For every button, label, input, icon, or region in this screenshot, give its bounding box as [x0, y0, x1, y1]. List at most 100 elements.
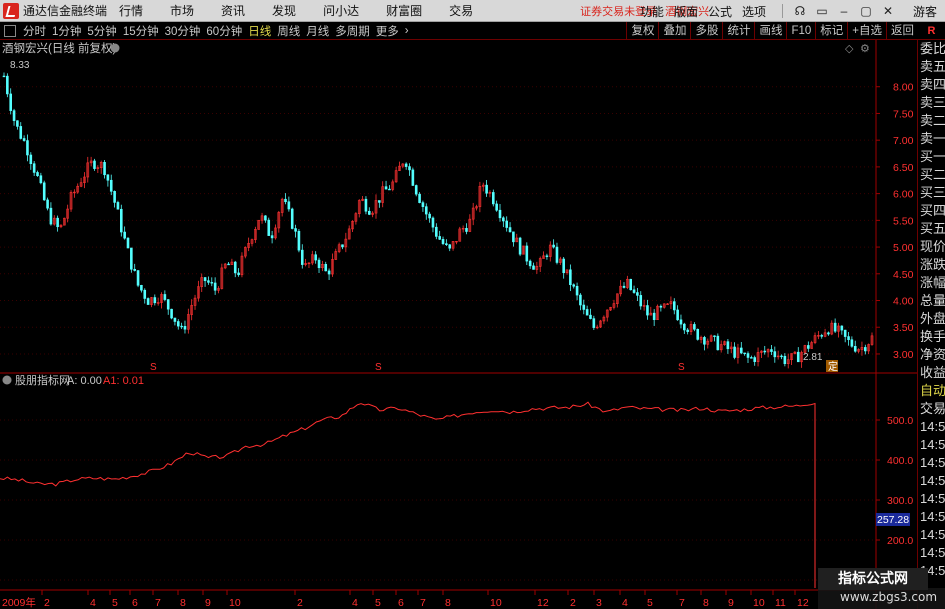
sidebar-item[interactable]: 14:55 — [918, 418, 945, 436]
candle-body — [438, 236, 441, 240]
chart-area[interactable]: 3.00 3.50 4.00 4.50 5.00 5.50 6.00 6.50 7.00 7.50… — [0, 40, 917, 609]
period-5min[interactable]: 5分钟 — [84, 23, 119, 39]
candle-body — [820, 335, 824, 337]
candle-body — [119, 208, 123, 233]
menu-item-market[interactable]: 市场 — [170, 2, 194, 19]
sidebar-item[interactable]: 买四 — [918, 202, 945, 220]
indicator-title: 股朋指标网 — [15, 373, 70, 387]
y-tick-label: 3.00 — [893, 349, 914, 361]
menu-item-quotes[interactable]: 行情 — [119, 2, 143, 19]
sidebar-item[interactable]: 14:56 — [918, 454, 945, 472]
y-tick-label: 500.0 — [887, 415, 913, 427]
x-tick-label: 2 — [297, 597, 303, 609]
sidebar-item[interactable]: 14:56 — [918, 490, 945, 508]
sidebar-item[interactable]: 14:56 — [918, 526, 945, 544]
candle-body — [123, 231, 126, 239]
x-tick-label: 5 — [112, 597, 118, 609]
candle-body — [850, 339, 854, 347]
period-15min[interactable]: 15分钟 — [120, 23, 162, 39]
tool-stats[interactable]: 统计 — [722, 22, 754, 40]
sidebar-item[interactable]: 自动 — [918, 382, 945, 400]
tool-mark[interactable]: 标记 — [815, 22, 847, 40]
menu-item-discover[interactable]: 发现 — [272, 2, 296, 19]
sidebar-item[interactable]: 现价 — [918, 238, 945, 256]
restore-icon[interactable]: ▢ — [855, 4, 877, 18]
tool-multi-stock[interactable]: 多股 — [690, 22, 722, 40]
candle-body — [12, 110, 16, 121]
candle-body — [448, 244, 452, 249]
sidebar-item[interactable]: 买五 — [918, 220, 945, 238]
candle-body — [290, 208, 294, 229]
period-1min[interactable]: 1分钟 — [49, 23, 84, 39]
period-weekly[interactable]: 周线 — [274, 23, 303, 39]
tool-adjust[interactable]: 复权 — [626, 22, 658, 40]
tool-add-favorite[interactable]: +自选 — [847, 22, 886, 40]
menu-item-news[interactable]: 资讯 — [221, 2, 245, 19]
period-intraday[interactable]: 分时 — [20, 23, 49, 39]
sidebar-item[interactable]: 卖五 — [918, 58, 945, 76]
sidebar-item[interactable]: 外盘 — [918, 310, 945, 328]
s-marker[interactable]: S — [150, 362, 157, 373]
period-daily[interactable]: 日线 — [245, 23, 274, 39]
sidebar-item[interactable]: 换手 — [918, 328, 945, 346]
tool-draw[interactable]: 画线 — [754, 22, 786, 40]
period-monthly[interactable]: 月线 — [303, 23, 332, 39]
sidebar-item[interactable]: 卖三 — [918, 94, 945, 112]
sidebar-item[interactable]: 卖二 — [918, 112, 945, 130]
sidebar-item[interactable]: 买二 — [918, 166, 945, 184]
monitor-icon[interactable]: ▭ — [811, 4, 833, 18]
sidebar-item[interactable]: 委比 — [918, 40, 945, 58]
sidebar-item[interactable]: 14:56 — [918, 544, 945, 562]
sidebar-item[interactable]: 14:56 — [918, 472, 945, 490]
x-year-label: 2009年 — [2, 596, 36, 609]
close-icon[interactable]: ✕ — [877, 4, 899, 18]
minimize-icon[interactable]: – — [833, 4, 855, 18]
diamond-icon[interactable]: ◇ — [845, 42, 854, 55]
sidebar-item[interactable]: 交易 — [918, 400, 945, 418]
candle-body — [367, 210, 371, 215]
period-30min[interactable]: 30分钟 — [162, 23, 204, 39]
sidebar-item[interactable]: 卖四 — [918, 76, 945, 94]
candle-body — [16, 120, 19, 127]
layout-icon[interactable] — [4, 24, 16, 37]
menu-item-trade[interactable]: 交易 — [449, 2, 473, 19]
s-marker[interactable]: S — [678, 362, 685, 373]
menu-options[interactable]: 选项 — [742, 3, 766, 20]
guest-label[interactable]: 游客 — [913, 3, 937, 20]
tool-group: 复权 叠加 多股 统计 画线 F10 标记 +自选 返回 — [626, 22, 918, 40]
candle-body — [502, 217, 505, 222]
panel-menu-icon[interactable] — [110, 43, 120, 53]
sidebar-item[interactable]: 14:55 — [918, 436, 945, 454]
period-toolbar: 分时 1分钟 5分钟 15分钟 30分钟 60分钟 日线 周线 月线 多周期 更… — [0, 22, 945, 40]
chevron-right-icon[interactable]: › — [402, 25, 412, 37]
tool-back[interactable]: 返回 — [886, 22, 918, 40]
menu-item-wealth[interactable]: 财富圈 — [386, 2, 422, 19]
s-marker[interactable]: S — [375, 362, 382, 373]
sidebar-item[interactable]: 涨跌 — [918, 256, 945, 274]
sidebar-item[interactable]: 卖一 — [918, 130, 945, 148]
settings-icon[interactable]: ⚙ — [860, 42, 870, 55]
period-60min[interactable]: 60分钟 — [203, 23, 245, 39]
sidebar-item[interactable]: 14:56 — [918, 508, 945, 526]
menu-layout[interactable]: 版面 — [674, 3, 698, 20]
tool-overlay[interactable]: 叠加 — [658, 22, 690, 40]
sidebar-item[interactable]: 总量 — [918, 292, 945, 310]
sidebar-item[interactable]: 涨幅 — [918, 274, 945, 292]
menu-formula[interactable]: 公式 — [708, 3, 732, 20]
y-tick-label: 7.00 — [893, 135, 914, 147]
menu-function[interactable]: 功能 — [640, 3, 664, 20]
period-more[interactable]: 更多 — [373, 23, 402, 39]
candle-body — [32, 163, 36, 173]
headset-icon[interactable]: ☊ — [789, 4, 811, 18]
r-flag[interactable]: R — [918, 22, 945, 40]
candle-body — [525, 245, 529, 262]
sidebar-item[interactable]: 净资 — [918, 346, 945, 364]
menu-item-ask[interactable]: 问小达 — [323, 2, 359, 19]
sidebar-item[interactable]: 买三 — [918, 184, 945, 202]
sidebar-item[interactable]: 收益 — [918, 364, 945, 382]
sidebar-item[interactable]: 买一 — [918, 148, 945, 166]
indicator-menu-icon[interactable] — [2, 375, 12, 385]
period-multi[interactable]: 多周期 — [332, 23, 373, 39]
x-tick-label: 4 — [622, 597, 628, 609]
tool-f10[interactable]: F10 — [786, 22, 815, 40]
